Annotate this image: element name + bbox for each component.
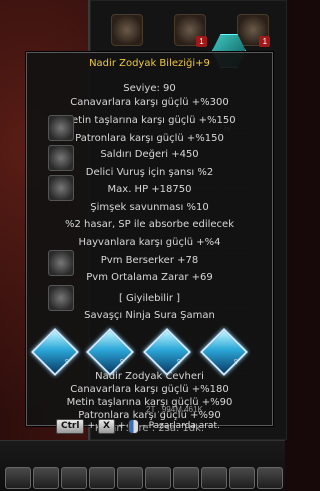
equipment-slot-armor[interactable]: [110, 14, 143, 46]
stat-line: Şimşek savunması %10: [90, 202, 209, 213]
plus-sign: +: [87, 421, 95, 431]
slot-count-badge: 1: [259, 36, 271, 47]
taskbar-button[interactable]: [61, 467, 87, 489]
skill-icon[interactable]: [48, 285, 74, 311]
stat-line: Seviye: 90: [123, 83, 176, 94]
taskbar-button[interactable]: [33, 467, 59, 489]
socket-count: 9: [120, 359, 124, 366]
bottom-taskbar: [0, 440, 285, 491]
skill-icon[interactable]: [48, 250, 74, 276]
taskbar-button[interactable]: [117, 467, 143, 489]
socket-count: 9: [65, 359, 69, 366]
taskbar-button[interactable]: [89, 467, 115, 489]
hint-text: - Pazarlarda arat.: [142, 421, 220, 431]
socket-count: 9: [177, 359, 181, 366]
skill-icon[interactable]: [48, 175, 74, 201]
item-title: Nadir Zodyak Bileziği+9: [89, 58, 210, 69]
taskbar-button[interactable]: [145, 467, 171, 489]
money-display: 2T , 994M 461K: [146, 405, 203, 414]
equipment-slot-ring-1[interactable]: 1: [173, 14, 207, 47]
slot-count-badge: 1: [195, 36, 207, 47]
set-stat-line: Canavarlara karşı güçlü +%180: [70, 384, 229, 395]
mouse-left-click-icon: [128, 418, 140, 434]
socket-gem-icon[interactable]: [142, 327, 192, 377]
stat-line: Hayvanlara karşı güçlü +%4: [78, 237, 221, 248]
socket-row: 9 9 9 9: [27, 327, 272, 377]
item-tooltip: Nadir Zodyak Bileziği+9 Seviye: 90 Canav…: [26, 52, 273, 434]
taskbar-button[interactable]: [257, 467, 283, 489]
ctrl-key: Ctrl: [56, 418, 85, 434]
stat-line: Canavarlara karşı güçlü +%300: [70, 97, 229, 108]
skill-icon[interactable]: [48, 145, 74, 171]
taskbar-button[interactable]: [229, 467, 255, 489]
search-hint: Ctrl + X + - Pazarlarda arat.: [56, 418, 246, 434]
socket-count: 9: [234, 359, 238, 366]
taskbar-button[interactable]: [5, 467, 31, 489]
skill-icon[interactable]: [48, 115, 74, 141]
socket-gem-icon[interactable]: [199, 327, 249, 377]
equipment-row: 1 1: [95, 0, 285, 60]
taskbar-button[interactable]: [173, 467, 199, 489]
stat-line: %2 hasar, SP ile absorbe edilecek: [64, 219, 234, 230]
taskbar-button[interactable]: [201, 467, 227, 489]
socket-gem-icon[interactable]: [30, 327, 80, 377]
set-title: Nadir Zodyak Cevheri: [95, 371, 204, 382]
equipment-slot-ring-2[interactable]: 1: [237, 14, 271, 47]
socket-gem-icon[interactable]: [85, 327, 135, 377]
x-key: X: [97, 418, 115, 434]
class-list: Savaşçı Ninja Sura Şaman: [84, 310, 215, 321]
plus-sign: +: [117, 421, 126, 431]
